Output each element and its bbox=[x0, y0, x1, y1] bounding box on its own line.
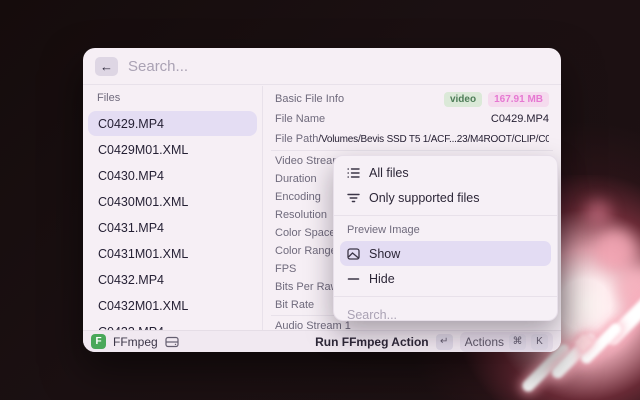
menu-item-only-supported[interactable]: Only supported files bbox=[340, 185, 551, 210]
cmd-key-badge: ⌘ bbox=[509, 334, 526, 350]
list-item[interactable]: C0432M01.XML bbox=[88, 293, 257, 318]
minus-icon bbox=[346, 272, 360, 286]
section-title: Basic File Info bbox=[275, 93, 344, 105]
list-item[interactable]: C0431.MP4 bbox=[88, 215, 257, 240]
list-icon bbox=[346, 166, 360, 180]
menu-item-label: Only supported files bbox=[369, 191, 479, 205]
detail-label: File Name bbox=[275, 113, 325, 125]
section-header-row: Basic File Info video 167.91 MB bbox=[275, 89, 549, 109]
app-name: FFmpeg bbox=[113, 335, 158, 349]
arrow-left-icon: ← bbox=[100, 60, 113, 73]
filter-dropdown-menu: All files Only supported files Preview I… bbox=[333, 155, 558, 321]
detail-label: Bit Rate bbox=[275, 299, 314, 311]
menu-divider bbox=[334, 215, 557, 216]
drive-icon bbox=[165, 336, 179, 348]
list-item[interactable]: C0432.MP4 bbox=[88, 267, 257, 292]
search-input[interactable] bbox=[128, 58, 549, 75]
files-panel: Files C0429.MP4 C0429M01.XML C0430.MP4 C… bbox=[83, 86, 263, 330]
search-bar: ← bbox=[83, 48, 561, 85]
detail-label: Resolution bbox=[275, 209, 327, 221]
run-ffmpeg-action-button[interactable]: Run FFmpeg Action bbox=[315, 335, 429, 349]
detail-row: File Name C0429.MP4 bbox=[275, 109, 549, 129]
section-title: Audio Stream 1 bbox=[275, 320, 351, 330]
list-item[interactable]: C0430.MP4 bbox=[88, 163, 257, 188]
action-bar: F FFmpeg Run FFmpeg Action ↵ Actions ⌘ K bbox=[83, 330, 561, 352]
detail-row: File Path /Volumes/Bevis SSD T5 1/ACF...… bbox=[275, 129, 549, 149]
file-size-badge: 167.91 MB bbox=[488, 92, 549, 107]
k-key-badge: K bbox=[531, 334, 548, 350]
list-item[interactable]: C0429.MP4 bbox=[88, 111, 257, 136]
detail-value: /Volumes/Bevis SSD T5 1/ACF...23/M4ROOT/… bbox=[318, 134, 549, 145]
glow-blob bbox=[595, 230, 635, 270]
detail-label: Duration bbox=[275, 173, 317, 185]
menu-item-hide[interactable]: Hide bbox=[340, 266, 551, 291]
file-type-badge: video bbox=[444, 92, 482, 107]
menu-item-label: Show bbox=[369, 247, 400, 261]
list-item[interactable]: C0430M01.XML bbox=[88, 189, 257, 214]
section-divider bbox=[271, 150, 553, 151]
dropdown-search-input[interactable] bbox=[334, 302, 557, 321]
menu-section-label: Preview Image bbox=[334, 221, 557, 241]
filter-icon bbox=[346, 191, 360, 205]
menu-item-label: All files bbox=[369, 166, 409, 180]
detail-label: Color Range bbox=[275, 245, 337, 257]
badges: video 167.91 MB bbox=[444, 92, 549, 107]
image-icon bbox=[346, 247, 360, 261]
return-key-badge: ↵ bbox=[436, 334, 453, 350]
detail-label: File Path bbox=[275, 133, 318, 145]
menu-item-all-files[interactable]: All files bbox=[340, 160, 551, 185]
menu-item-label: Hide bbox=[369, 272, 395, 286]
list-item[interactable]: C0429M01.XML bbox=[88, 137, 257, 162]
actions-button[interactable]: Actions ⌘ K bbox=[460, 332, 553, 352]
files-panel-header: Files bbox=[83, 92, 262, 111]
glow-blob bbox=[585, 200, 611, 226]
detail-label: Encoding bbox=[275, 191, 321, 203]
detail-value: C0429.MP4 bbox=[491, 113, 549, 125]
ffmpeg-logo-icon: F bbox=[91, 334, 106, 349]
detail-label: FPS bbox=[275, 263, 296, 275]
list-item[interactable]: C0431M01.XML bbox=[88, 241, 257, 266]
menu-item-show[interactable]: Show bbox=[340, 241, 551, 266]
detail-label: Color Space bbox=[275, 227, 336, 239]
actions-label: Actions bbox=[465, 335, 504, 349]
back-button[interactable]: ← bbox=[95, 57, 118, 76]
list-item[interactable]: C0433.MP4 bbox=[88, 319, 257, 330]
menu-divider bbox=[334, 296, 557, 297]
